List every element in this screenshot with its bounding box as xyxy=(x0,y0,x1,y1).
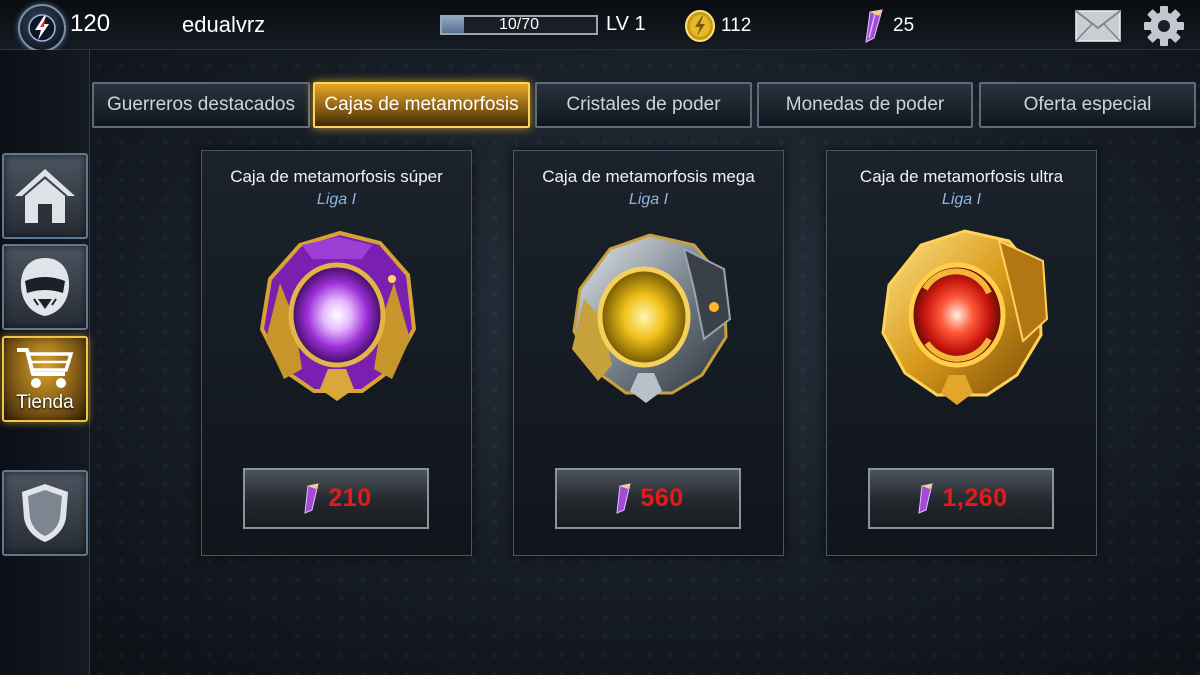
crystal-icon xyxy=(918,482,934,514)
sidebar-item-store[interactable]: Tienda xyxy=(2,336,88,422)
mail-icon[interactable] xyxy=(1075,10,1121,42)
morph-box-ultra-image xyxy=(881,229,1049,405)
crystal-count: 25 xyxy=(893,15,915,36)
tab-power-coins[interactable]: Monedas de poder xyxy=(757,82,973,128)
ranger-helmet-icon xyxy=(20,258,70,316)
card-title: Caja de metamorfosis súper xyxy=(230,167,443,186)
shield-icon xyxy=(22,484,68,542)
morph-box-card-mega[interactable]: Caja de metamorfosis mega Liga I 560 xyxy=(513,150,784,556)
buy-button-super[interactable]: 210 xyxy=(243,468,429,529)
player-level: LV 1 xyxy=(606,13,646,35)
home-icon xyxy=(15,169,75,223)
top-bar: 120 edualvrz 10/70 LV 1 112 25 xyxy=(0,0,1200,52)
card-league: Liga I xyxy=(628,191,669,208)
crystal-icon xyxy=(304,482,320,514)
crystal-icon xyxy=(865,9,883,43)
sidebar-item-label: Tienda xyxy=(16,392,74,413)
morph-box-super-image xyxy=(259,230,417,401)
tab-featured-warriors[interactable]: Guerreros destacados xyxy=(92,82,310,128)
crystal-icon xyxy=(616,482,632,514)
tab-morph-boxes[interactable]: Cajas de metamorfosis xyxy=(313,82,530,128)
morph-box-mega-image xyxy=(572,233,732,403)
gear-icon[interactable] xyxy=(1142,4,1186,48)
username: edualvrz xyxy=(182,12,266,37)
card-league: Liga I xyxy=(941,191,982,208)
morph-box-card-super[interactable]: Caja de metamorfosis súper Liga I 210 xyxy=(201,150,472,556)
cart-icon xyxy=(17,348,74,388)
lightning-bolt-icon xyxy=(28,14,56,42)
store-tabs: Guerreros destacados Cajas de metamorfos… xyxy=(92,82,1198,128)
price-label: 560 xyxy=(640,484,684,512)
coin-icon xyxy=(685,10,715,42)
card-title: Caja de metamorfosis ultra xyxy=(859,167,1064,186)
sidebar-item-rangers[interactable] xyxy=(2,244,88,330)
tab-special-offer[interactable]: Oferta especial xyxy=(979,82,1196,128)
power-level-value: 120 xyxy=(70,10,111,37)
xp-progress-text: 10/70 xyxy=(498,16,540,33)
power-emblem-icon[interactable] xyxy=(18,4,66,52)
xp-progress-bar: 10/70 xyxy=(440,15,598,35)
price-label: 1,260 xyxy=(942,484,1008,512)
price-label: 210 xyxy=(328,484,372,512)
buy-button-mega[interactable]: 560 xyxy=(555,468,741,529)
card-league: Liga I xyxy=(316,191,357,208)
buy-button-ultra[interactable]: 1,260 xyxy=(868,468,1054,529)
sidebar-item-shield[interactable] xyxy=(2,470,88,556)
sidebar-item-home[interactable] xyxy=(2,153,88,239)
card-title: Caja de metamorfosis mega xyxy=(542,167,755,186)
tab-power-crystals[interactable]: Cristales de poder xyxy=(535,82,752,128)
morph-box-card-ultra[interactable]: Caja de metamorfosis ultra Liga I 1,260 xyxy=(826,150,1097,556)
coin-count: 112 xyxy=(721,15,752,36)
sidebar: Tienda xyxy=(0,50,90,675)
